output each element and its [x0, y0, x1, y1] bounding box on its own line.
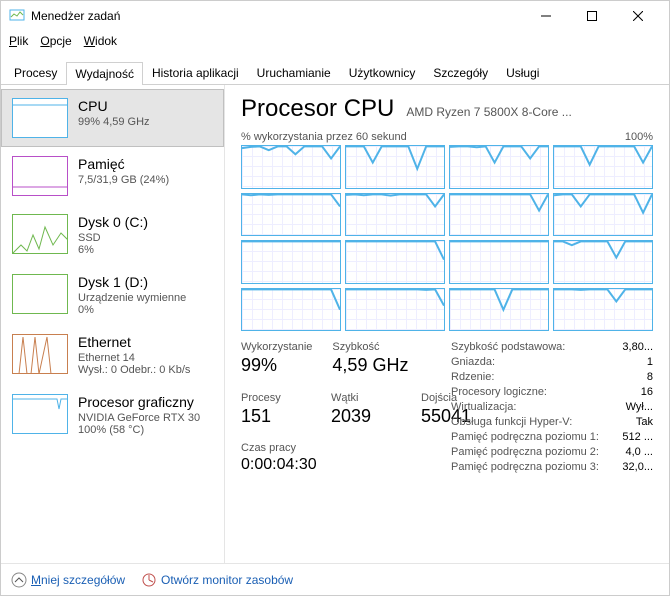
core-chart-8: [241, 240, 341, 284]
tab-wydajność[interactable]: Wydajność: [66, 62, 143, 85]
core-chart-9: [345, 240, 445, 284]
chevron-up-icon: [11, 572, 27, 588]
sidebar-item-name: Procesor graficzny: [78, 394, 213, 410]
close-button[interactable]: [615, 1, 661, 31]
menu-file[interactable]: Plik: [5, 32, 32, 50]
sidebar-thumb: [12, 214, 68, 254]
sidebar-item-sub: Ethernet 14: [78, 352, 213, 364]
spec-row: Obsługa funkcji Hyper-V:Tak: [451, 416, 653, 428]
sidebar-thumb: [12, 334, 68, 374]
sidebar-item-sub2: 6%: [78, 244, 213, 256]
core-chart-5: [345, 193, 445, 237]
stat-szybkość: Szybkość4,59 GHz: [332, 341, 408, 378]
titlebar: Menedżer zadań: [1, 1, 669, 31]
core-chart-2: [449, 145, 549, 189]
core-chart-12: [241, 288, 341, 332]
core-chart-10: [449, 240, 549, 284]
tab-procesy[interactable]: Procesy: [5, 61, 66, 84]
sidebar-item-procesor-graficzny[interactable]: Procesor graficzny NVIDIA GeForce RTX 30…: [1, 385, 224, 445]
stat-wykorzystanie: Wykorzystanie99%: [241, 341, 312, 378]
sidebar: CPU 99% 4,59 GHz Pamięć 7,5/31,9 GB (24%…: [1, 85, 225, 563]
content-panel: Procesor CPU AMD Ryzen 7 5800X 8-Core ..…: [225, 85, 669, 563]
sidebar-thumb: [12, 394, 68, 434]
sidebar-item-dysk-1-d-[interactable]: Dysk 1 (D:) Urządzenie wymienne 0%: [1, 265, 224, 325]
sidebar-item-sub: 7,5/31,9 GB (24%): [78, 174, 213, 186]
sidebar-item-name: CPU: [78, 98, 213, 114]
stat-procesy: Procesy151: [241, 392, 311, 429]
sidebar-item-sub2: 0%: [78, 304, 213, 316]
core-chart-0: [241, 145, 341, 189]
core-chart-13: [345, 288, 445, 332]
minimize-button[interactable]: [523, 1, 569, 31]
spec-row: Procesory logiczne:16: [451, 386, 653, 398]
sidebar-item-pami-[interactable]: Pamięć 7,5/31,9 GB (24%): [1, 147, 224, 205]
stat-uptime: Czas pracy0:00:04:30: [241, 442, 431, 476]
sidebar-item-name: Dysk 1 (D:): [78, 274, 213, 290]
tab-historia-aplikacji[interactable]: Historia aplikacji: [143, 61, 248, 84]
sidebar-item-sub: 99% 4,59 GHz: [78, 116, 213, 128]
core-chart-7: [553, 193, 653, 237]
chart-label-left: % wykorzystania przez 60 sekund: [241, 131, 407, 143]
chart-label-right: 100%: [625, 131, 653, 143]
fewer-details-button[interactable]: Mniej szczegółów: [11, 572, 125, 588]
app-icon: [9, 8, 25, 24]
core-chart-4: [241, 193, 341, 237]
sidebar-item-ethernet[interactable]: Ethernet Ethernet 14 Wysł.: 0 Odebr.: 0 …: [1, 325, 224, 385]
sidebar-item-sub2: 100% (58 °C): [78, 424, 213, 436]
spec-row: Pamięć podręczna poziomu 3:32,0...: [451, 461, 653, 473]
core-chart-14: [449, 288, 549, 332]
footer: Mniej szczegółów Otwórz monitor zasobów: [1, 563, 669, 595]
menu-view[interactable]: Widok: [80, 32, 121, 50]
sidebar-item-name: Dysk 0 (C:): [78, 214, 213, 230]
spec-row: Rdzenie:8: [451, 371, 653, 383]
sidebar-item-sub2: Wysł.: 0 Odebr.: 0 Kb/s: [78, 364, 213, 376]
spec-row: Szybkość podstawowa:3,80...: [451, 341, 653, 353]
spec-row: Pamięć podręczna poziomu 1:512 ...: [451, 431, 653, 443]
core-grid: [241, 145, 653, 331]
menubar: Plik Opcje Widok: [1, 31, 669, 51]
tab-uruchamianie[interactable]: Uruchamianie: [248, 61, 340, 84]
sidebar-item-sub: SSD: [78, 232, 213, 244]
sidebar-thumb: [12, 274, 68, 314]
spec-row: Pamięć podręczna poziomu 2:4,0 ...: [451, 446, 653, 458]
tab-szczegóły[interactable]: Szczegóły: [424, 61, 497, 84]
tab-użytkownicy[interactable]: Użytkownicy: [340, 61, 425, 84]
core-chart-6: [449, 193, 549, 237]
sidebar-thumb: [12, 156, 68, 196]
sidebar-item-dysk-0-c-[interactable]: Dysk 0 (C:) SSD 6%: [1, 205, 224, 265]
menu-options[interactable]: Opcje: [36, 32, 75, 50]
resmon-icon: [141, 572, 157, 588]
spec-row: Gniazda:1: [451, 356, 653, 368]
maximize-button[interactable]: [569, 1, 615, 31]
tabbar: ProcesyWydajnośćHistoria aplikacjiUrucha…: [1, 57, 669, 85]
sidebar-item-sub: NVIDIA GeForce RTX 30: [78, 412, 213, 424]
sidebar-thumb: [12, 98, 68, 138]
core-chart-1: [345, 145, 445, 189]
sidebar-item-sub: Urządzenie wymienne: [78, 292, 213, 304]
stat-wątki: Wątki2039: [331, 392, 401, 429]
sidebar-item-name: Pamięć: [78, 156, 213, 172]
tab-usługi[interactable]: Usługi: [497, 61, 548, 84]
sidebar-item-cpu[interactable]: CPU 99% 4,59 GHz: [1, 89, 224, 147]
core-chart-3: [553, 145, 653, 189]
core-chart-15: [553, 288, 653, 332]
page-title: Procesor CPU: [241, 95, 394, 123]
spec-row: Wirtualizacja:Wył...: [451, 401, 653, 413]
window-title: Menedżer zadań: [31, 9, 523, 23]
cpu-model: AMD Ryzen 7 5800X 8-Core ...: [406, 105, 653, 119]
open-resmon-link[interactable]: Otwórz monitor zasobów: [141, 572, 293, 588]
sidebar-item-name: Ethernet: [78, 334, 213, 350]
core-chart-11: [553, 240, 653, 284]
